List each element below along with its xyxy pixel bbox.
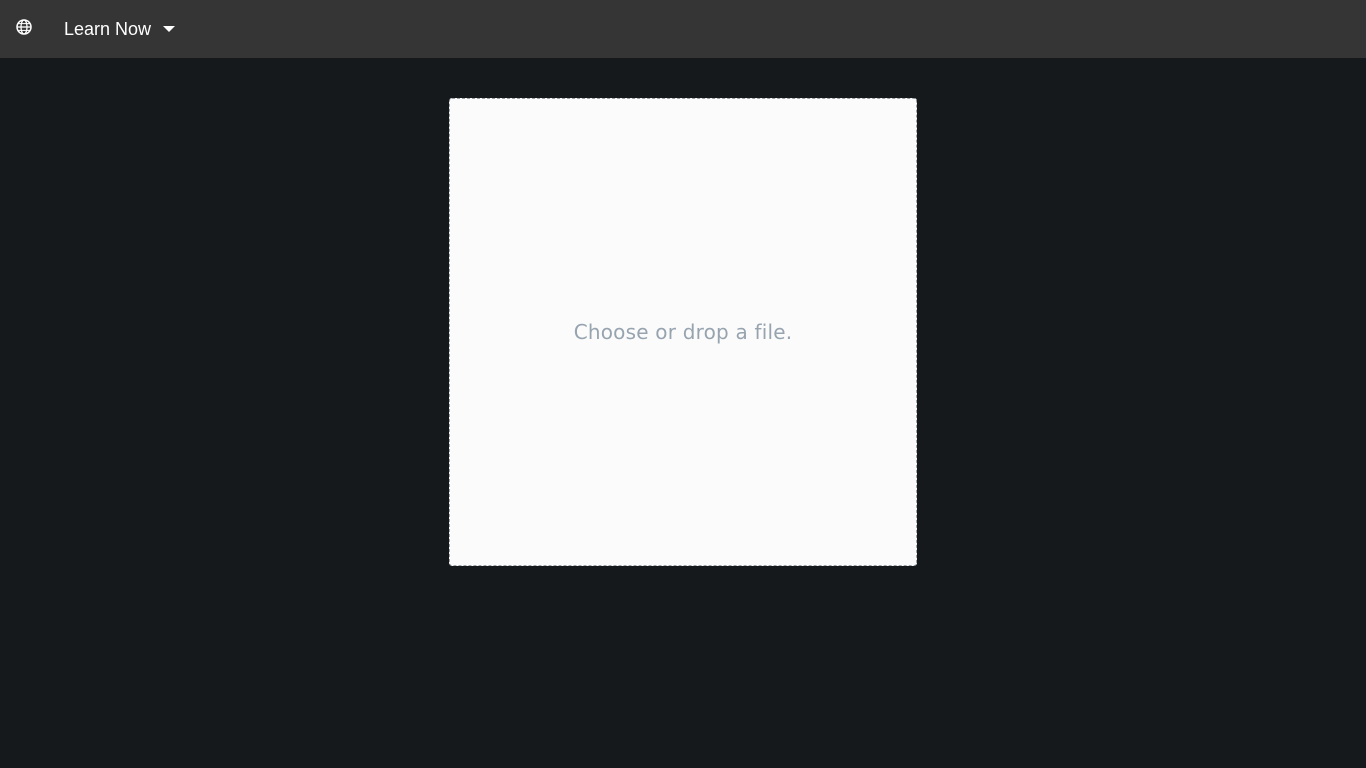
- learn-now-menu-label: Learn Now: [64, 19, 152, 39]
- caret-down-icon: [163, 26, 176, 32]
- top-bar: Learn Now: [0, 0, 1366, 58]
- globe-icon[interactable]: [16, 19, 32, 35]
- learn-now-menu[interactable]: Learn Now: [64, 17, 176, 41]
- file-dropzone[interactable]: Choose or drop a file.: [449, 98, 917, 566]
- dropzone-text: Choose or drop a file.: [573, 320, 793, 344]
